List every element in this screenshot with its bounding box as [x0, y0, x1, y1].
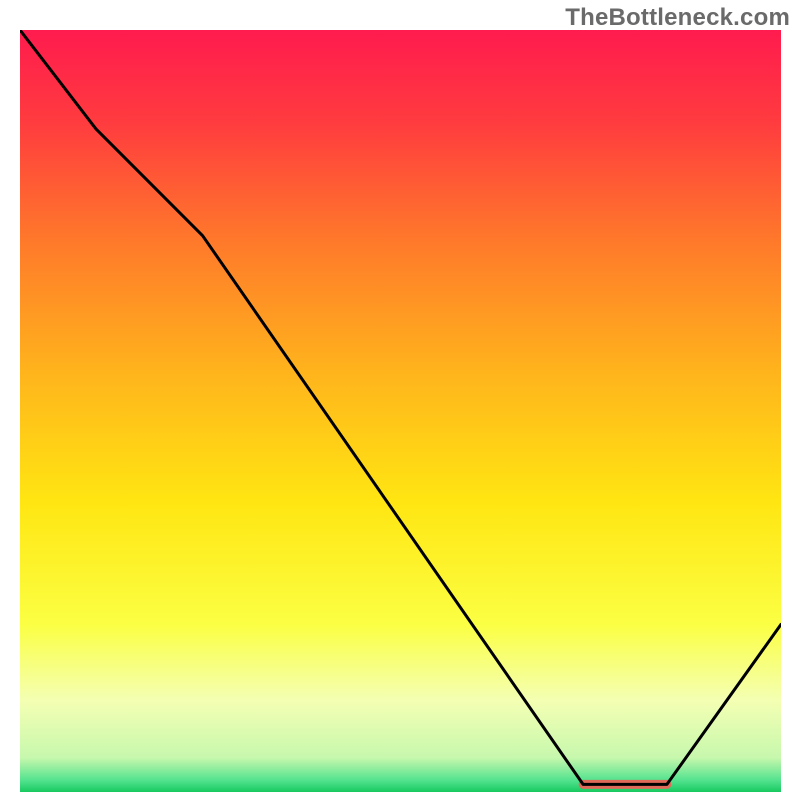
chart-frame: TheBottleneck.com	[0, 0, 800, 800]
gradient-background	[20, 30, 781, 792]
watermark-text: TheBottleneck.com	[565, 4, 790, 32]
plot-area	[20, 30, 781, 792]
chart-svg	[20, 30, 781, 792]
